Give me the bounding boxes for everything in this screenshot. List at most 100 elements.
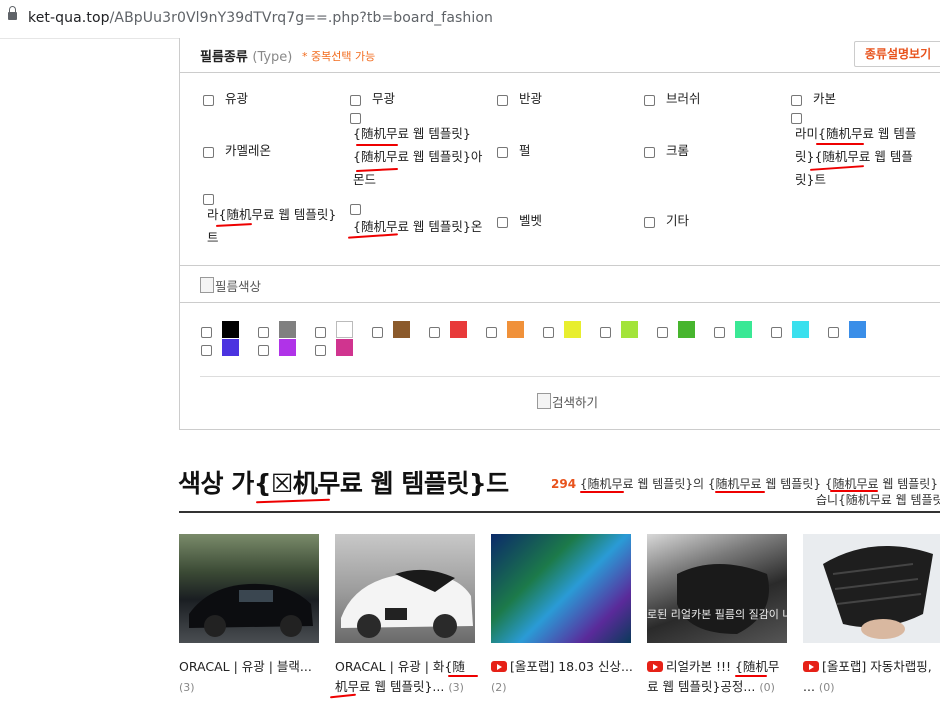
divider: [180, 72, 940, 73]
video-comment-count: (0): [818, 681, 835, 694]
color-checkbox[interactable]: [258, 327, 269, 338]
color-swatch[interactable]: [621, 321, 638, 338]
mirror-image: [677, 564, 769, 634]
film-type-title: 필름종류 (Type): [200, 46, 292, 65]
video-title-cont: 료 웹 템플릿}공정...: [647, 679, 756, 694]
film-type-sub: (Type): [252, 50, 293, 65]
video-caption-2[interactable]: ORACAL | 유광 | 화{随 机무료 웹 템플릿}... (3): [335, 657, 485, 698]
multi-select-note: * 중복선택 가능: [302, 50, 376, 63]
color-swatch[interactable]: [678, 321, 695, 338]
result-count-number: 294: [551, 477, 577, 491]
type-checkbox-semigloss[interactable]: [497, 95, 508, 106]
type-label-chameleon: 카멜레온: [225, 143, 272, 158]
type-checkbox-pearl[interactable]: [497, 147, 508, 158]
search-button[interactable]: 검색하기: [537, 392, 598, 411]
video-title-cont: ...: [803, 679, 815, 694]
type-label-matte: 무광: [372, 91, 396, 106]
film-color-header: 필름색상: [200, 276, 261, 295]
color-swatch[interactable]: [336, 339, 353, 356]
color-swatch[interactable]: [450, 321, 467, 338]
video-thumbnail-2[interactable]: [335, 534, 475, 643]
video-caption-4[interactable]: 리얼카본 !!! {随机무료 웹 템플릿}공정... (0): [647, 657, 797, 698]
color-swatch[interactable]: [735, 321, 752, 338]
type-checkbox-neon[interactable]: [350, 204, 361, 215]
type-checkbox-carbon[interactable]: [791, 95, 802, 106]
youtube-icon: [803, 661, 819, 672]
search-button-label: 검색하기: [552, 395, 599, 410]
color-swatch[interactable]: [279, 339, 296, 356]
color-swatch[interactable]: [393, 321, 410, 338]
type-checkbox-brush[interactable]: [644, 95, 655, 106]
result-count-text: {随机무료 웹 템플릿}의 {随机무료 웹 템플릿} {随机무료 웹 템플릿}: [576, 477, 938, 491]
type-label-diamond-3: 몬드: [353, 172, 377, 187]
color-checkbox[interactable]: [201, 327, 212, 338]
color-checkbox[interactable]: [657, 327, 668, 338]
thumbnail-overlay-text: 로된 리얼카본 필름의 질감이 나타: [647, 608, 787, 621]
type-label-diamond-1: {随机무료 웹 템플릿}: [353, 126, 471, 141]
type-checkbox-velvet[interactable]: [497, 217, 508, 228]
url-path: /ABpUu3r0Vl9nY39dTVrq7g==.php?tb=board_f…: [109, 10, 494, 26]
youtube-icon: [491, 661, 507, 672]
url-text[interactable]: ket-qua.top/ABpUu3r0Vl9nY39dTVrq7g==.php…: [28, 10, 493, 26]
color-swatch[interactable]: [279, 321, 296, 338]
color-checkbox[interactable]: [258, 345, 269, 356]
type-label-carbon: 카본: [813, 91, 837, 106]
video-title-cont: 机무료 웹 템플릿}...: [335, 679, 445, 694]
color-swatch[interactable]: [222, 339, 239, 356]
video-thumbnail-5[interactable]: [803, 534, 940, 643]
video-thumbnail-4[interactable]: 로된 리얼카본 필름의 질감이 나타: [647, 534, 787, 643]
film-color-label: 필름색상: [215, 279, 262, 294]
color-checkbox[interactable]: [714, 327, 725, 338]
color-checkbox[interactable]: [315, 327, 326, 338]
color-checkbox[interactable]: [372, 327, 383, 338]
color-swatch[interactable]: [849, 321, 866, 338]
video-title: [올포랩] 자동차랩핑,: [822, 659, 932, 674]
type-label-lamination-2: 트: [207, 230, 219, 245]
video-title: 리얼카본 !!! {随机무: [666, 659, 780, 674]
broken-image-icon: [537, 393, 551, 409]
type-label-lamination-1: 라{随机무료 웹 템플릿}: [207, 207, 337, 222]
color-checkbox[interactable]: [429, 327, 440, 338]
annotation-underline: [715, 491, 765, 493]
color-swatch[interactable]: [564, 321, 581, 338]
type-checkbox-chameleon[interactable]: [203, 147, 214, 158]
color-checkbox[interactable]: [201, 345, 212, 356]
url-host: ket-qua.top: [28, 10, 110, 26]
video-comment-count: (0): [759, 681, 775, 694]
car-image: [341, 569, 473, 638]
film-type-label: 필름종류: [200, 50, 248, 65]
type-label-other: 기타: [666, 213, 690, 228]
address-bar[interactable]: ket-qua.top/ABpUu3r0Vl9nY39dTVrq7g==.php…: [0, 0, 940, 39]
color-swatch[interactable]: [507, 321, 524, 338]
type-label-glossy: 유광: [225, 91, 249, 106]
video-comment-count: (3): [448, 681, 464, 694]
video-caption-1[interactable]: ORACAL | 유광 | 블랙... (3): [179, 657, 329, 698]
annotation-underline: [215, 223, 253, 227]
color-swatch[interactable]: [336, 321, 353, 338]
color-checkbox[interactable]: [771, 327, 782, 338]
type-checkbox-glossy[interactable]: [203, 95, 214, 106]
youtube-icon: [647, 661, 663, 672]
type-checkbox-chrome[interactable]: [644, 147, 655, 158]
type-checkbox-other[interactable]: [644, 217, 655, 228]
type-help-button[interactable]: 종류설명보기: [854, 41, 940, 67]
color-checkbox[interactable]: [828, 327, 839, 338]
divider: [180, 265, 940, 266]
color-checkbox[interactable]: [543, 327, 554, 338]
type-label-brush: 브러쉬: [666, 91, 701, 106]
broken-image-icon: [200, 277, 214, 293]
type-label-chrome: 크롬: [666, 143, 690, 158]
video-thumbnail-1[interactable]: [179, 534, 319, 643]
carbon-film-image: [823, 546, 933, 639]
color-swatch[interactable]: [792, 321, 809, 338]
video-caption-3[interactable]: [올포랩] 18.03 신상... (2): [491, 657, 641, 698]
color-checkbox[interactable]: [486, 327, 497, 338]
type-checkbox-matte[interactable]: [350, 95, 361, 106]
color-checkbox[interactable]: [600, 327, 611, 338]
annotation-underline: [735, 675, 767, 677]
color-checkbox[interactable]: [315, 345, 326, 356]
video-thumbnail-3[interactable]: [491, 534, 631, 643]
color-swatch[interactable]: [222, 321, 239, 338]
filter-panel: 필름종류 (Type) * 중복선택 가능 종류설명보기 유광 무광 반광 브러…: [179, 38, 940, 430]
video-caption-5[interactable]: [올포랩] 자동차랩핑,... (0): [803, 657, 940, 698]
